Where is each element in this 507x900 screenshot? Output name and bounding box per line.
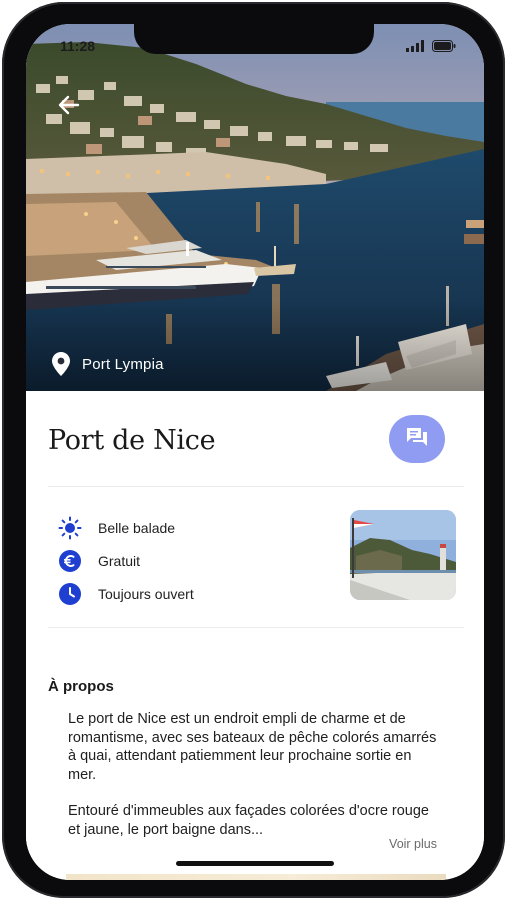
chat-bubbles-icon bbox=[405, 426, 429, 452]
device-notch bbox=[134, 24, 374, 54]
sun-icon bbox=[58, 516, 82, 540]
about-title: À propos bbox=[48, 678, 114, 695]
arrow-left-icon bbox=[58, 95, 80, 115]
map-pin-icon bbox=[52, 352, 70, 376]
location-label: Port Lympia bbox=[82, 355, 164, 373]
hero-photo: 11:28 Port Lympia bbox=[26, 24, 484, 391]
info-label: Belle balade bbox=[98, 519, 176, 536]
status-icons bbox=[406, 40, 456, 52]
info-list: Belle balade Gratuit Toujours ouvert bbox=[58, 511, 318, 610]
info-item-price: Gratuit bbox=[58, 544, 318, 577]
page-title: Port de Nice bbox=[48, 425, 216, 456]
status-time: 11:28 bbox=[60, 38, 96, 54]
location-tag: Port Lympia bbox=[52, 352, 164, 376]
app-screen: 11:28 Port Lympia Port de Nice Belle bal… bbox=[26, 24, 484, 880]
about-text: Le port de Nice est un endroit empli de … bbox=[68, 710, 440, 857]
about-paragraph: Entouré d'immeubles aux façades colorées… bbox=[68, 803, 429, 838]
cellular-signal-icon bbox=[406, 40, 424, 52]
info-label: Toujours ouvert bbox=[98, 585, 194, 602]
back-button[interactable] bbox=[56, 92, 82, 118]
info-item-walk: Belle balade bbox=[58, 511, 318, 544]
see-more-link[interactable]: Voir plus bbox=[389, 837, 437, 851]
info-label: Gratuit bbox=[98, 552, 141, 569]
about-paragraph: Le port de Nice est un endroit empli de … bbox=[68, 711, 437, 783]
phone-frame: 11:28 Port Lympia Port de Nice Belle bal… bbox=[2, 2, 505, 898]
divider bbox=[48, 627, 464, 628]
chat-button[interactable] bbox=[389, 415, 445, 463]
home-indicator[interactable] bbox=[176, 861, 334, 866]
battery-icon bbox=[432, 40, 456, 52]
euro-icon bbox=[58, 549, 82, 573]
harbor-illustration bbox=[26, 24, 484, 391]
place-details: Port de Nice Belle balade Gratuit Toujou… bbox=[26, 391, 484, 880]
info-item-hours: Toujours ouvert bbox=[58, 577, 318, 610]
next-section-peek bbox=[66, 874, 446, 880]
clock-icon bbox=[58, 582, 82, 606]
divider bbox=[48, 486, 464, 487]
gallery-thumbnail[interactable] bbox=[350, 510, 456, 600]
